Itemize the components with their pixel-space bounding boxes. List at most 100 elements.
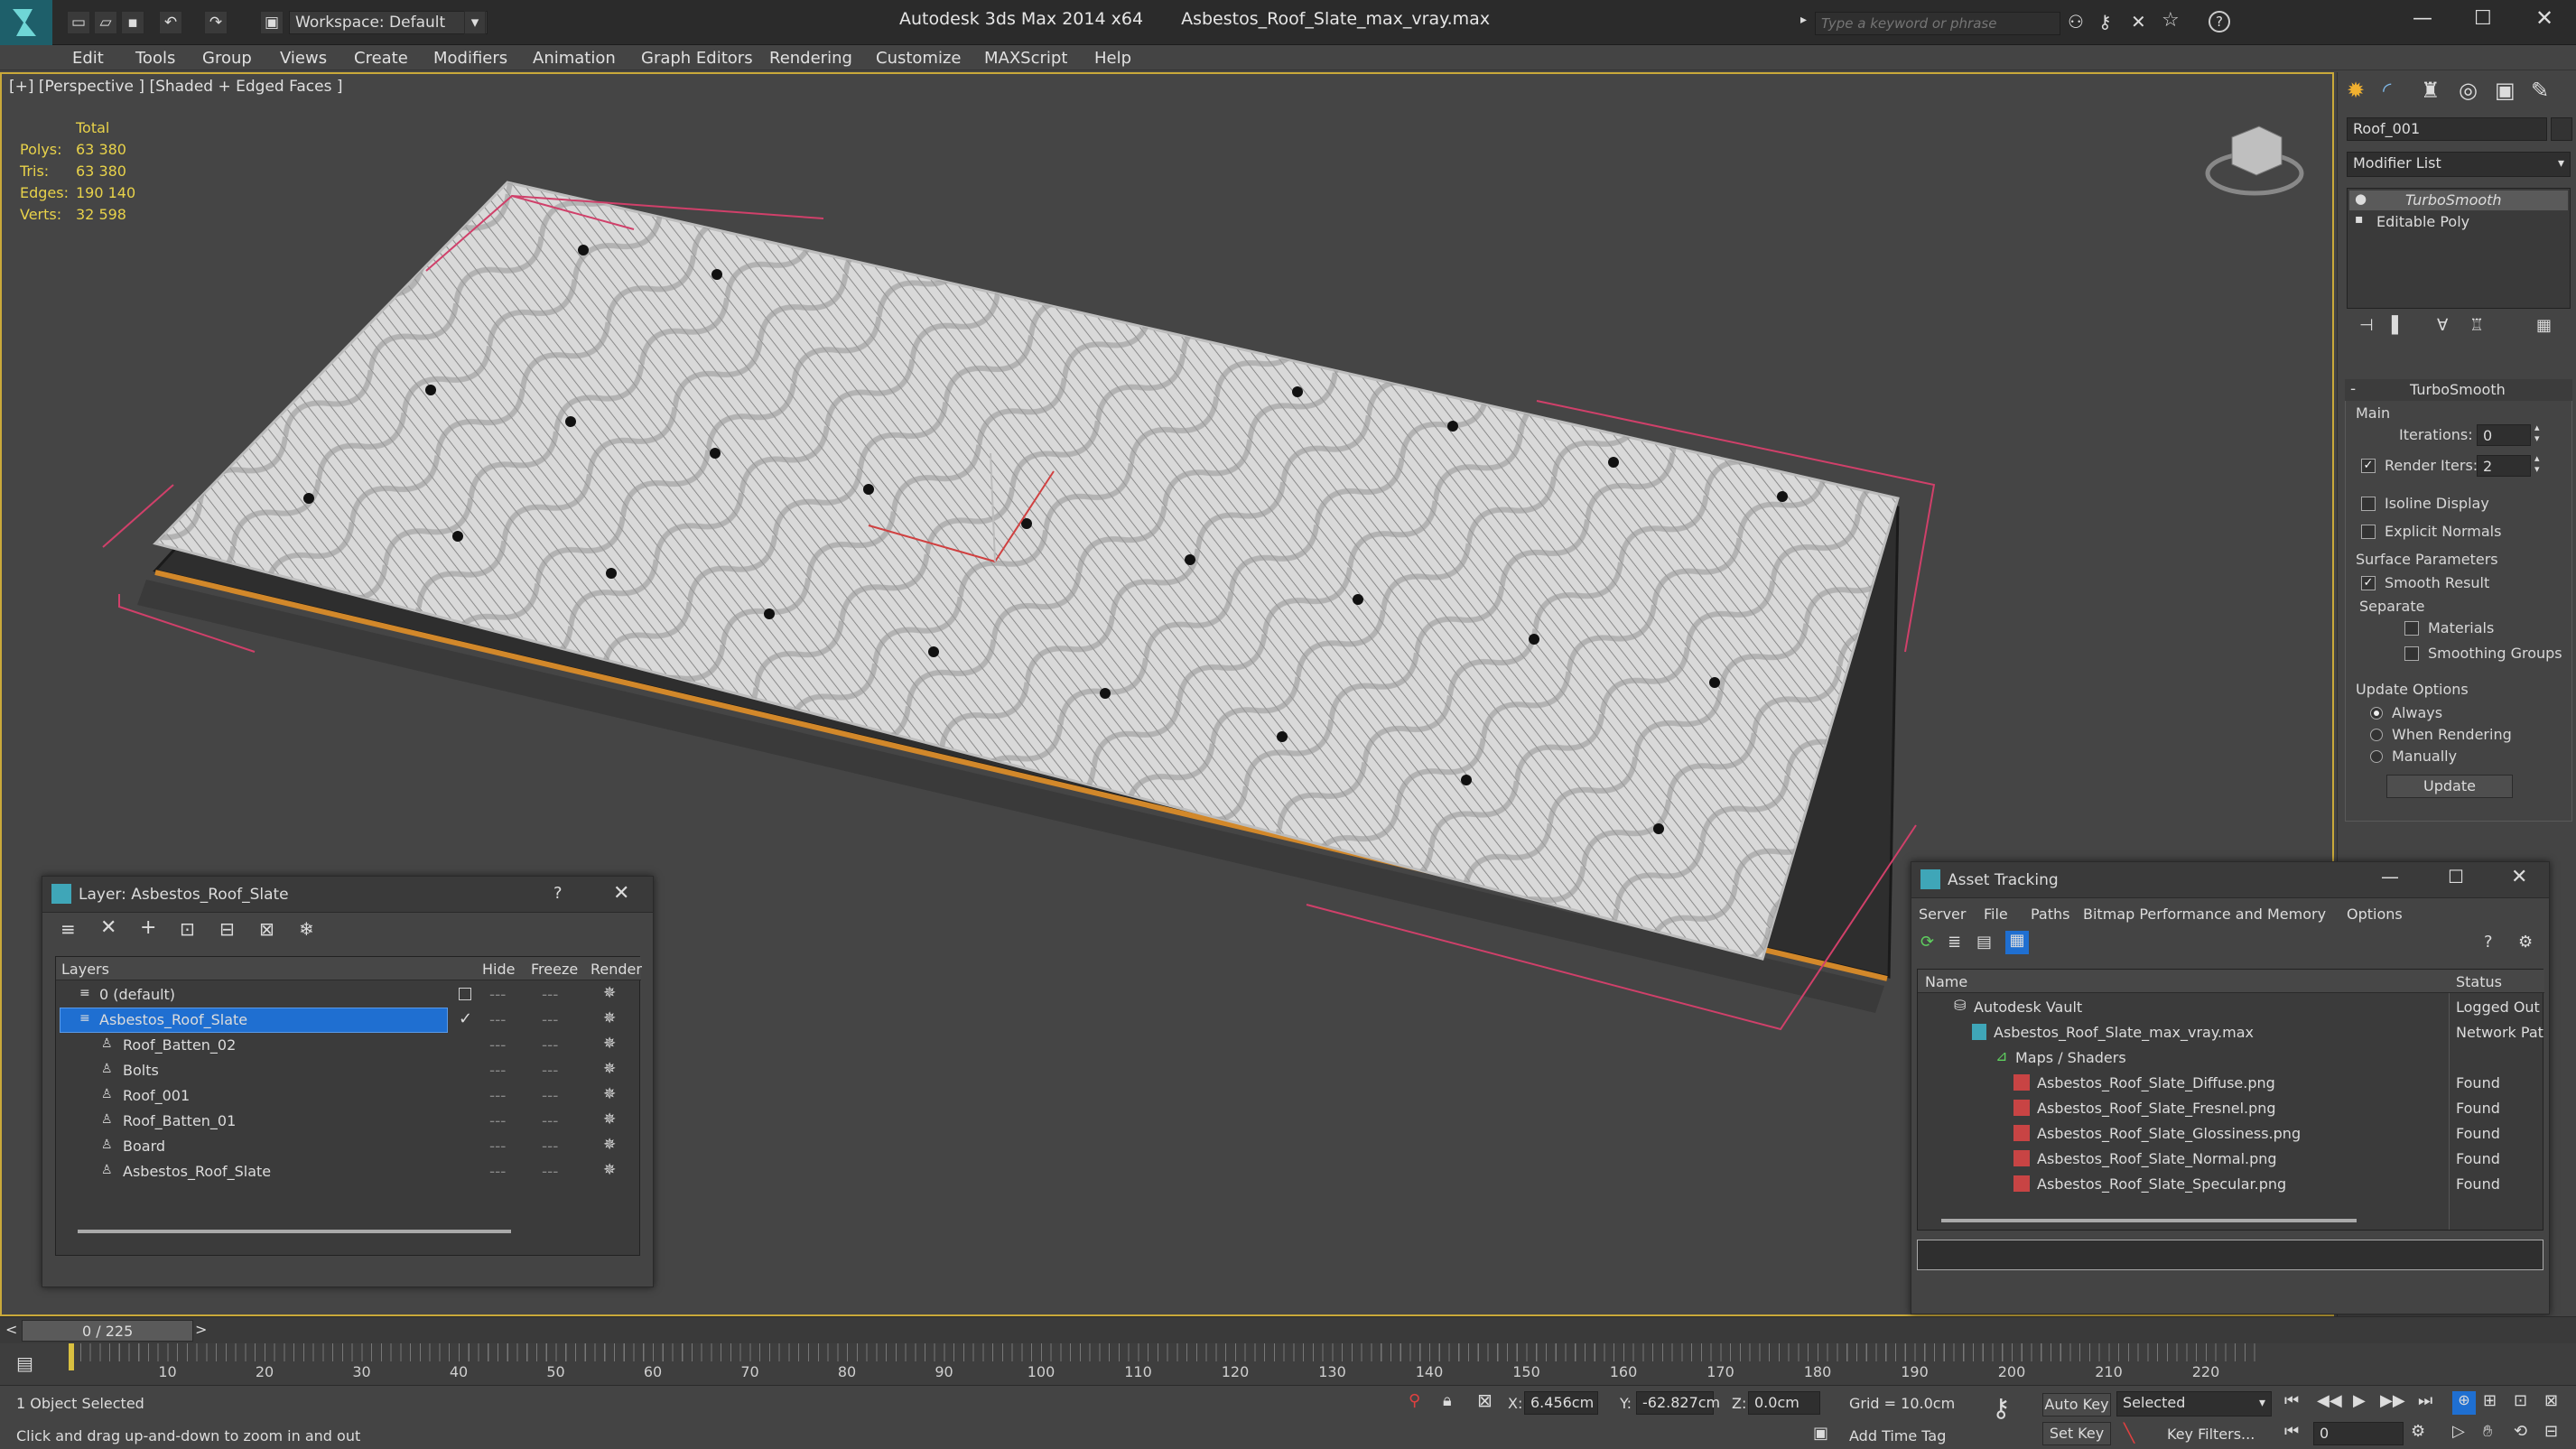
freeze-toggle-icon[interactable]: ---: [542, 1062, 558, 1080]
redo-icon[interactable]: ↷: [204, 11, 228, 34]
column-header-hide[interactable]: Hide: [482, 961, 515, 978]
undo-icon[interactable]: ↶: [159, 11, 182, 34]
auto-key-button[interactable]: Auto Key: [2042, 1393, 2111, 1416]
hide-toggle-icon[interactable]: ---: [489, 1138, 506, 1156]
layer-row[interactable]: ♙ Roof_001 --- --- ✵: [56, 1083, 641, 1109]
rollout-header[interactable]: - TurboSmooth: [2345, 379, 2572, 401]
menu-views[interactable]: Views: [280, 49, 327, 68]
asset-menu-file[interactable]: File: [1984, 906, 2008, 923]
asset-dialog-titlebar[interactable]: Asset Tracking — ☐ ✕: [1911, 862, 2549, 898]
x-coordinate-field[interactable]: 6.456cm: [1524, 1391, 1598, 1415]
hide-toggle-icon[interactable]: ---: [489, 986, 506, 1004]
app-logo-icon[interactable]: [0, 0, 52, 45]
project-folder-icon[interactable]: ▣: [260, 11, 284, 34]
hide-toggle-icon[interactable]: ---: [489, 1112, 506, 1130]
iterations-spinner[interactable]: 0: [2477, 424, 2531, 446]
freeze-toggle-icon[interactable]: ---: [542, 1036, 558, 1054]
table-row[interactable]: Asbestos_Roof_Slate_max_vray.max Network…: [1918, 1020, 2544, 1045]
key-mode-toggle-icon[interactable]: ⏮: [2284, 1422, 2299, 1441]
orbit-icon[interactable]: ⟲: [2514, 1422, 2527, 1441]
freeze-all-icon[interactable]: ❄: [299, 918, 314, 940]
lightbulb-icon[interactable]: ●: [2355, 190, 2367, 207]
key-filters-button[interactable]: Key Filters...: [2167, 1426, 2255, 1443]
next-frame-icon[interactable]: >: [195, 1321, 207, 1338]
hide-toggle-icon[interactable]: ---: [489, 1011, 506, 1029]
menu-graph-editors[interactable]: Graph Editors: [641, 49, 753, 68]
thumbnail-view-icon[interactable]: ▤: [1976, 933, 1992, 952]
lock-icon[interactable]: 🔒︎: [1443, 1391, 1452, 1410]
close-icon[interactable]: ✕: [613, 882, 629, 905]
list-view-icon[interactable]: ≣: [1948, 933, 1961, 952]
dropdown-arrow-icon[interactable]: ▾: [464, 11, 486, 34]
field-of-view-icon[interactable]: ▷: [2452, 1422, 2465, 1441]
asset-menu-server[interactable]: Server: [1919, 906, 1966, 923]
render-toggle-icon[interactable]: ✵: [603, 1009, 616, 1027]
table-row[interactable]: Asbestos_Roof_Slate_Diffuse.png Found: [1918, 1071, 2544, 1096]
render-iters-spinner[interactable]: 2: [2477, 455, 2531, 477]
menu-rendering[interactable]: Rendering: [769, 49, 852, 68]
render-toggle-icon[interactable]: ✵: [603, 1161, 616, 1179]
object-name-field[interactable]: Roof_001: [2347, 117, 2547, 141]
expand-plus-icon[interactable]: ▪: [2355, 212, 2364, 227]
freeze-toggle-icon[interactable]: ---: [542, 1163, 558, 1181]
search-arrow-icon[interactable]: ▸: [1800, 13, 1807, 27]
spinner-arrows-icon[interactable]: ▴ ▾: [2534, 423, 2540, 444]
column-header-name[interactable]: Name: [1925, 973, 1967, 990]
menu-tools[interactable]: Tools: [135, 49, 175, 68]
absolute-mode-icon[interactable]: ⊠: [1477, 1389, 1493, 1411]
prev-frame-icon[interactable]: <: [5, 1321, 17, 1338]
close-icon[interactable]: ✕: [2511, 866, 2527, 888]
help-button[interactable]: ?: [553, 884, 563, 903]
layer-row[interactable]: ♙ Asbestos_Roof_Slate --- --- ✵: [56, 1159, 641, 1184]
menu-maxscript[interactable]: MAXScript: [984, 49, 1067, 68]
create-tab-icon[interactable]: ✹: [2347, 78, 2365, 103]
current-layer-box-icon[interactable]: [459, 988, 471, 1000]
subscription-icon[interactable]: ✕: [2131, 11, 2146, 33]
render-iters-checkbox[interactable]: ✓: [2361, 459, 2376, 473]
asset-menu-bitmap[interactable]: Bitmap Performance and Memory: [2083, 906, 2326, 923]
modify-tab-icon[interactable]: ◜: [2383, 78, 2391, 103]
column-header-layers[interactable]: Layers: [61, 961, 109, 978]
checkmark-icon[interactable]: ✓: [459, 1009, 472, 1028]
column-header-freeze[interactable]: Freeze: [531, 961, 578, 978]
add-to-layer-icon[interactable]: +: [140, 916, 156, 939]
menu-help[interactable]: Help: [1094, 49, 1131, 68]
previous-key-icon[interactable]: ◀◀: [2317, 1391, 2342, 1410]
layer-dialog-titlebar[interactable]: Layer: Asbestos_Roof_Slate ? ✕: [42, 877, 653, 913]
binoculars-icon[interactable]: ⚇: [2068, 11, 2084, 33]
render-toggle-icon[interactable]: ✵: [603, 984, 616, 1002]
curve-editor-icon[interactable]: ▤: [16, 1352, 33, 1374]
time-config-icon[interactable]: ⚙: [2411, 1422, 2425, 1441]
render-toggle-icon[interactable]: ✵: [603, 1085, 616, 1103]
horizontal-scrollbar[interactable]: [78, 1230, 511, 1233]
materials-checkbox[interactable]: [2404, 621, 2419, 636]
always-radio[interactable]: [2370, 707, 2383, 720]
track-bar[interactable]: ▤ 10 20 30 40 50 60 70 80 90 100 110 120 130 140 150 16…: [0, 1343, 2576, 1385]
hide-toggle-icon[interactable]: ---: [489, 1087, 506, 1105]
table-row[interactable]: Asbestos_Roof_Slate_Glossiness.png Found: [1918, 1121, 2544, 1147]
zoom-all-icon[interactable]: ⊞: [2483, 1391, 2497, 1410]
isoline-display-checkbox[interactable]: [2361, 497, 2376, 511]
display-tab-icon[interactable]: ▣: [2495, 78, 2516, 103]
go-to-end-icon[interactable]: ⏭: [2418, 1391, 2432, 1410]
asset-menu-paths[interactable]: Paths: [2031, 906, 2069, 923]
render-toggle-icon[interactable]: ✵: [603, 1110, 616, 1129]
go-to-start-icon[interactable]: ⏮: [2284, 1391, 2299, 1410]
zoom-extents-all-icon[interactable]: ⊠: [2544, 1391, 2558, 1410]
menu-create[interactable]: Create: [354, 49, 408, 68]
settings-icon[interactable]: ⚙: [2518, 933, 2533, 952]
pin-stack-icon[interactable]: ⊣: [2359, 316, 2374, 335]
track-ruler[interactable]: [70, 1343, 2255, 1361]
modifier-stack-item-editable-poly[interactable]: ▪ Editable Poly: [2349, 212, 2568, 232]
render-toggle-icon[interactable]: ✵: [603, 1035, 616, 1053]
layer-row[interactable]: ≡ Asbestos_Roof_Slate ✓ --- --- ✵: [56, 1008, 641, 1033]
open-file-icon[interactable]: ▱: [94, 11, 117, 34]
hide-toggle-icon[interactable]: ---: [489, 1062, 506, 1080]
new-file-icon[interactable]: ▭: [67, 11, 90, 34]
time-slider[interactable]: < 0 / 225 >: [0, 1316, 2576, 1343]
horizontal-scrollbar[interactable]: [1941, 1219, 2357, 1222]
minimize-icon[interactable]: —: [2381, 866, 2399, 887]
table-row[interactable]: ⛁ Autodesk Vault Logged Out: [1918, 995, 2544, 1020]
minimize-icon[interactable]: —: [2413, 7, 2432, 30]
spinner-arrows-icon[interactable]: ▴ ▾: [2534, 453, 2540, 475]
